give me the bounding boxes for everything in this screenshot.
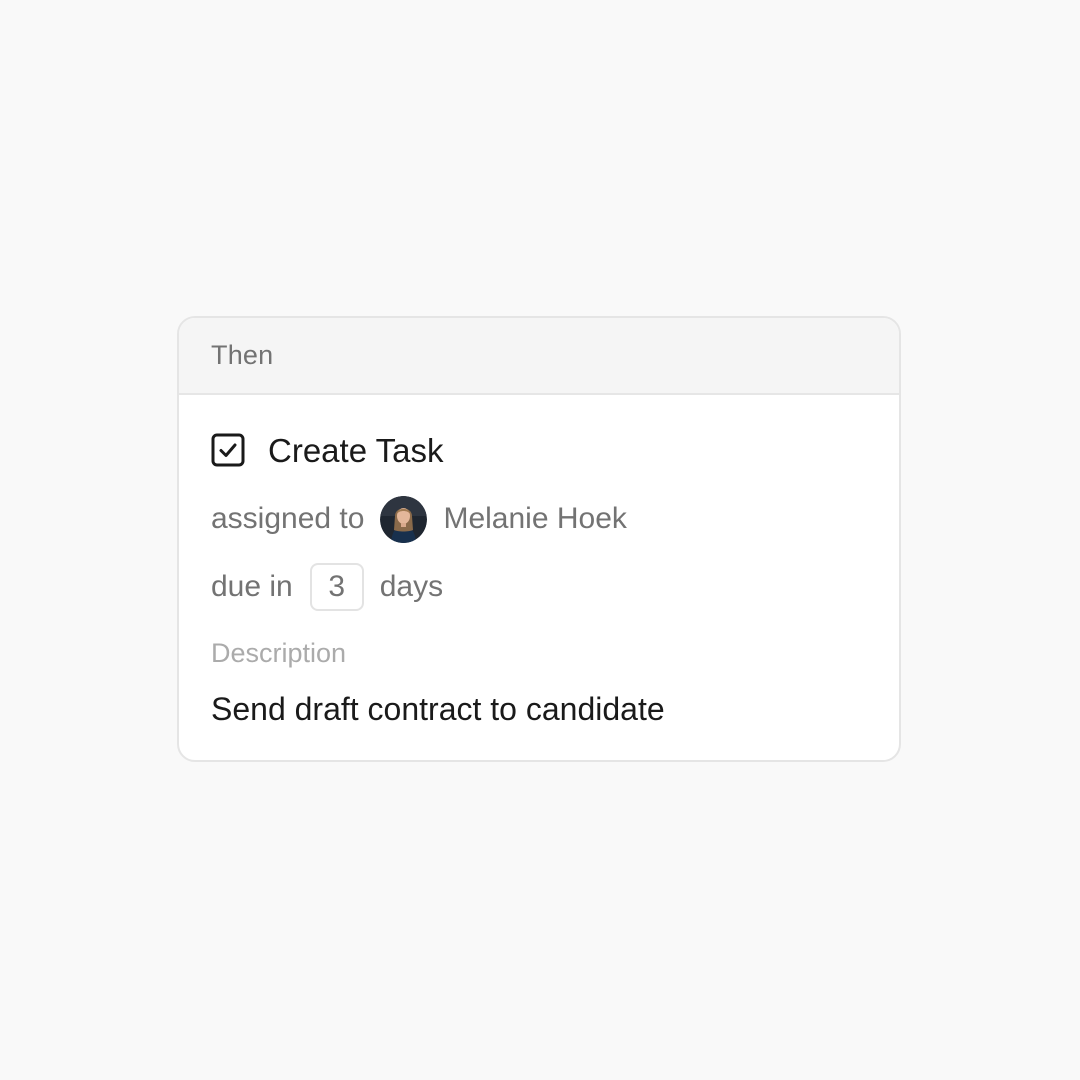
task-title: Create Task <box>268 431 444 469</box>
avatar[interactable] <box>380 495 428 543</box>
checkbox-checked-icon <box>211 433 245 467</box>
due-in-label: due in <box>211 570 293 603</box>
due-row: due in 3 days <box>211 563 443 611</box>
due-days-input[interactable]: 3 <box>309 563 364 611</box>
task-title-row[interactable]: Create Task <box>211 433 443 467</box>
description-text[interactable]: Send draft contract to candidate <box>211 693 665 725</box>
action-card: Then Create Task assigned to Melanie Hoe… <box>177 316 901 762</box>
card-header: Then <box>179 318 899 395</box>
assignee-name[interactable]: Melanie Hoek <box>443 504 626 534</box>
days-label: days <box>379 570 444 603</box>
assigned-to-label: assigned to <box>211 502 365 535</box>
description-label: Description <box>211 638 347 668</box>
card-header-label: Then <box>211 340 274 370</box>
assignee-row: assigned to Melanie Hoek <box>211 495 627 543</box>
